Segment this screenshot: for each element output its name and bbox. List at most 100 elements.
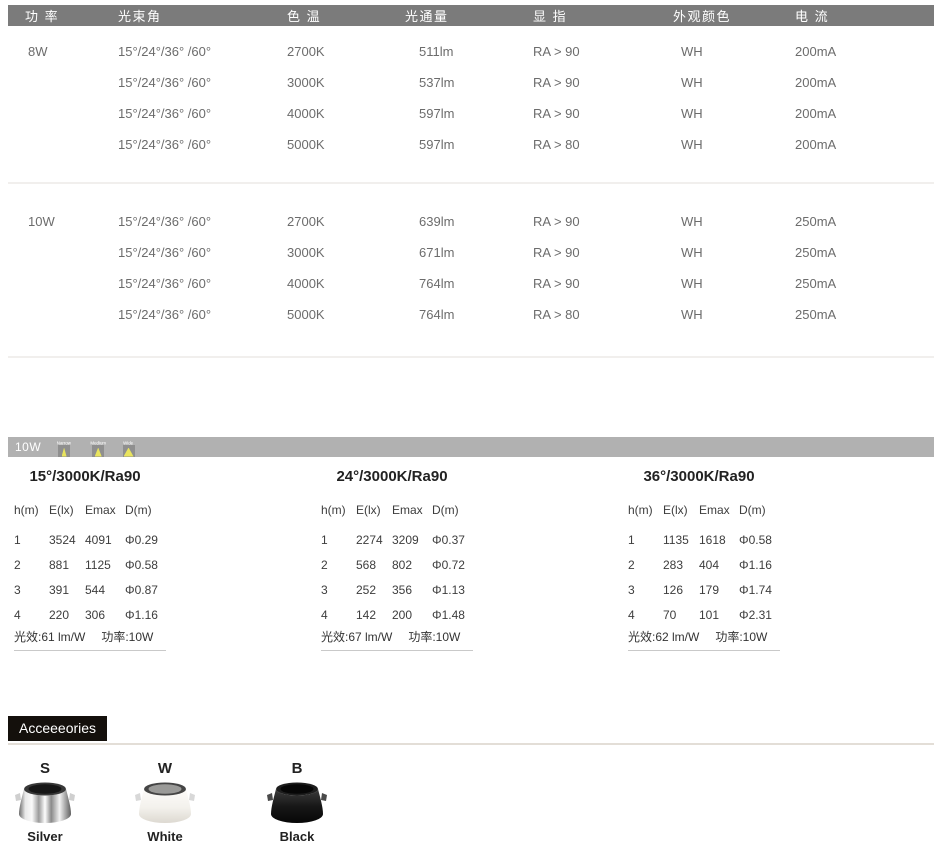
column-header: D(m)	[432, 503, 486, 517]
cell: 4	[628, 608, 663, 622]
cell: 1135	[663, 533, 699, 547]
accessory-code: B	[292, 760, 303, 778]
cell-beam-angle: 15°/24°/36° /60°	[118, 44, 287, 59]
cell-current: 250mA	[795, 214, 934, 229]
cell-cri: RA > 90	[533, 214, 673, 229]
cell-beam-angle: 15°/24°/36° /60°	[118, 106, 287, 121]
cell-color-temperature: 5000K	[287, 137, 405, 152]
column-header-current: 电 流	[795, 6, 934, 25]
cell: 356	[392, 583, 432, 597]
spec-group-10w: 10W15°/24°/36° /60°2700K639lmRA > 90WH25…	[8, 206, 934, 330]
cell-luminous-flux: 511lm	[405, 44, 533, 59]
cell-luminous-flux: 764lm	[405, 276, 533, 291]
accessory-label: Black	[280, 829, 315, 844]
photometric-table-title: 36°/3000K/Ra90	[628, 468, 770, 486]
spec-row: 10W15°/24°/36° /60°2700K639lmRA > 90WH25…	[8, 206, 934, 237]
cell-cri: RA > 90	[533, 245, 673, 260]
cell-current: 250mA	[795, 307, 934, 322]
cell-current: 200mA	[795, 106, 934, 121]
cell: Φ1.16	[739, 558, 793, 572]
photometric-table-rows: 122743209Φ0.372568802Φ0.723252356Φ1.1341…	[321, 527, 486, 627]
photometric-table-rows: 111351618Φ0.582283404Φ1.163126179Φ1.7447…	[628, 527, 793, 627]
cell: 101	[699, 608, 739, 622]
column-header-cri: 显 指	[533, 6, 673, 25]
cell-finish-color: WH	[673, 137, 795, 152]
column-header: E(lx)	[356, 503, 392, 517]
accessory-item-white: W White	[120, 760, 210, 844]
accessories-divider-line	[8, 743, 934, 745]
cell: 802	[392, 558, 432, 572]
column-header: h(m)	[14, 503, 49, 517]
table-row: 2283404Φ1.16	[628, 552, 793, 577]
cell: 2	[14, 558, 49, 572]
column-header-power: 功 率	[25, 6, 118, 25]
cell-beam-angle: 15°/24°/36° /60°	[118, 245, 287, 260]
column-header: D(m)	[739, 503, 793, 517]
cell-power: 10W	[25, 214, 118, 229]
photometric-table-header: h(m)E(lx)EmaxD(m)	[628, 503, 793, 517]
efficacy-value: 光效:62 lm/W	[628, 628, 699, 645]
column-header: h(m)	[321, 503, 356, 517]
cell-beam-angle: 15°/24°/36° /60°	[118, 214, 287, 229]
narrow-beam-box	[58, 445, 70, 457]
cell: 70	[663, 608, 699, 622]
cell: Φ0.58	[125, 558, 179, 572]
column-header: E(lx)	[663, 503, 699, 517]
cell: 1	[321, 533, 356, 547]
cell-cri: RA > 80	[533, 137, 673, 152]
cell: 200	[392, 608, 432, 622]
cell: 3209	[392, 533, 432, 547]
cell-current: 200mA	[795, 75, 934, 90]
cell-color-temperature: 2700K	[287, 214, 405, 229]
cell-luminous-flux: 639lm	[405, 214, 533, 229]
photometric-table-title: 24°/3000K/Ra90	[321, 468, 463, 486]
photometric-table-header: h(m)E(lx)EmaxD(m)	[321, 503, 486, 517]
photometric-table-footer: 光效:61 lm/W功率:10W	[14, 628, 166, 651]
accessory-code: S	[40, 760, 50, 778]
cell: 2	[628, 558, 663, 572]
cell: Φ1.16	[125, 608, 179, 622]
table-row: 3252356Φ1.13	[321, 577, 486, 602]
power-value: 功率:10W	[101, 628, 153, 645]
cell: 3524	[49, 533, 85, 547]
spec-row: 15°/24°/36° /60°5000K597lmRA > 80WH200mA	[8, 129, 934, 160]
cell-color-temperature: 4000K	[287, 276, 405, 291]
accessory-label: Silver	[27, 829, 62, 844]
cell-color-temperature: 5000K	[287, 307, 405, 322]
cell: 4091	[85, 533, 125, 547]
cell: 220	[49, 608, 85, 622]
cell-current: 250mA	[795, 245, 934, 260]
cell-cri: RA > 90	[533, 276, 673, 291]
spec-row: 15°/24°/36° /60°3000K671lmRA > 90WH250mA	[8, 237, 934, 268]
cell: 1618	[699, 533, 739, 547]
cell: 404	[699, 558, 739, 572]
column-header: E(lx)	[49, 503, 85, 517]
cell: 142	[356, 608, 392, 622]
cell-power: 8W	[25, 44, 118, 59]
cell-beam-angle: 15°/24°/36° /60°	[118, 75, 287, 90]
column-header-flux: 光通量	[405, 6, 533, 25]
group-separator-line	[8, 182, 934, 184]
cell-beam-angle: 15°/24°/36° /60°	[118, 276, 287, 291]
cell-finish-color: WH	[673, 75, 795, 90]
cell: Φ0.72	[432, 558, 486, 572]
photometric-table-rows: 135244091Φ0.2928811125Φ0.583391544Φ0.874…	[14, 527, 179, 627]
photometric-table-15deg: 15°/3000K/Ra90h(m)E(lx)EmaxD(m)135244091…	[14, 465, 179, 651]
cell-current: 250mA	[795, 276, 934, 291]
cell-finish-color: WH	[673, 245, 795, 260]
spec-row: 15°/24°/36° /60°4000K597lmRA > 90WH200mA	[8, 98, 934, 129]
photometric-table-header: h(m)E(lx)EmaxD(m)	[14, 503, 179, 517]
cell-beam-angle: 15°/24°/36° /60°	[118, 137, 287, 152]
cell-finish-color: WH	[673, 44, 795, 59]
power-value: 功率:10W	[408, 628, 460, 645]
cell-cri: RA > 90	[533, 75, 673, 90]
cell: 283	[663, 558, 699, 572]
spec-row: 15°/24°/36° /60°5000K764lmRA > 80WH250mA	[8, 299, 934, 330]
cell: Φ1.74	[739, 583, 793, 597]
table-row: 470101Φ2.31	[628, 602, 793, 627]
table-row: 111351618Φ0.58	[628, 527, 793, 552]
cell: Φ1.48	[432, 608, 486, 622]
accessory-item-black: B Black	[252, 760, 342, 844]
silver-reflector-image	[13, 779, 77, 827]
cell: 568	[356, 558, 392, 572]
